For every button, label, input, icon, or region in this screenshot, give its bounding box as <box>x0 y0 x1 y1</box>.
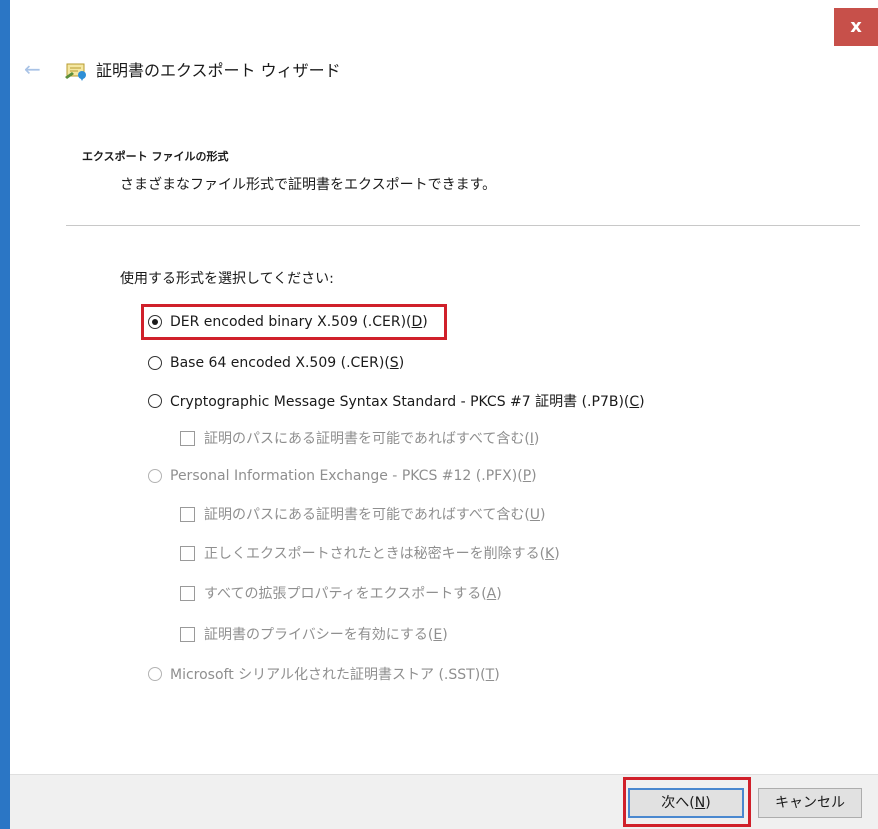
checkbox-label-pfx-privacy: 証明書のプライバシーを有効にする(E) <box>204 627 448 643</box>
radio-option-sst: Microsoft シリアル化された証明書ストア (.SST)(T) <box>148 664 500 684</box>
radio-option-pfx: Personal Information Exchange - PKCS #12… <box>148 468 537 484</box>
radio-button-sst <box>148 667 162 681</box>
certificate-wizard-icon <box>62 55 90 83</box>
back-arrow-icon[interactable]: ← <box>24 58 46 80</box>
checkbox-label-pkcs7-include-all: 証明のパスにある証明書を可能であればすべて含む(I) <box>204 431 540 447</box>
option-label-base64: Base 64 encoded X.509 (.CER)(S) <box>170 355 405 371</box>
checkbox-option-pfx-include-all: 証明のパスにある証明書を可能であればすべて含む(U) <box>180 504 546 524</box>
title-bar <box>10 0 878 50</box>
highlight-box-next <box>623 777 751 827</box>
radio-option-base64[interactable]: Base 64 encoded X.509 (.CER)(S) <box>148 355 404 371</box>
checkbox-pfx-export-props <box>180 585 195 601</box>
option-label-sst: Microsoft シリアル化された証明書ストア (.SST)(T) <box>170 667 500 683</box>
checkbox-pfx-delete-key <box>180 545 195 561</box>
checkbox-pfx-include-all <box>180 506 195 522</box>
radio-button-pfx <box>148 469 162 483</box>
checkbox-label-pfx-delete-key: 正しくエクスポートされたときは秘密キーを削除する(K) <box>204 546 560 562</box>
window-left-border <box>0 0 10 829</box>
checkbox-option-pfx-privacy: 証明書のプライバシーを有効にする(E) <box>180 624 448 644</box>
option-label-pfx: Personal Information Exchange - PKCS #12… <box>170 468 537 484</box>
wizard-header: ← 証明書のエクスポート ウィザード <box>10 50 878 94</box>
header-divider <box>66 225 860 226</box>
checkbox-option-pfx-export-props: すべての拡張プロパティをエクスポートする(A) <box>180 583 502 603</box>
section-description: さまざまなファイル形式で証明書をエクスポートできます。 <box>120 177 497 193</box>
checkbox-pkcs7-include-all <box>180 430 195 446</box>
radio-button-pkcs7[interactable] <box>148 394 162 408</box>
highlight-box-der <box>141 304 447 340</box>
checkbox-label-pfx-export-props: すべての拡張プロパティをエクスポートする(A) <box>204 586 502 602</box>
radio-button-base64[interactable] <box>148 356 162 370</box>
wizard-title: 証明書のエクスポート ウィザード <box>96 61 341 80</box>
close-button[interactable]: x <box>834 8 878 46</box>
section-title: エクスポート ファイルの形式 <box>82 150 229 163</box>
certificate-export-wizard-window: x ← 証明書のエクスポート ウィザード エクスポート ファイルの形式 さまざま… <box>0 0 878 829</box>
checkbox-option-pfx-delete-key: 正しくエクスポートされたときは秘密キーを削除する(K) <box>180 543 560 563</box>
cancel-button[interactable]: キャンセル <box>758 788 862 818</box>
format-prompt: 使用する形式を選択してください: <box>120 271 334 287</box>
checkbox-label-pfx-include-all: 証明のパスにある証明書を可能であればすべて含む(U) <box>204 507 546 523</box>
option-label-pkcs7: Cryptographic Message Syntax Standard - … <box>170 394 645 410</box>
checkbox-option-pkcs7-include-all: 証明のパスにある証明書を可能であればすべて含む(I) <box>180 428 539 448</box>
checkbox-pfx-privacy <box>180 626 195 642</box>
radio-option-pkcs7[interactable]: Cryptographic Message Syntax Standard - … <box>148 391 645 411</box>
